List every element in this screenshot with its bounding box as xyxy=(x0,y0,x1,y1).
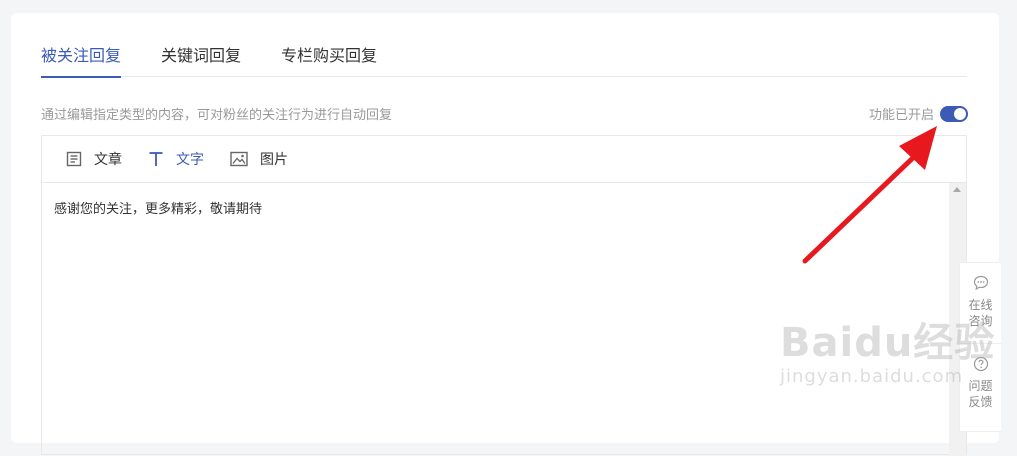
online-consult-button[interactable]: 在线咨询 xyxy=(960,263,1001,343)
feature-status-label: 功能已开启 xyxy=(868,108,934,123)
feature-toggle[interactable] xyxy=(940,105,968,122)
reply-tabs: 被关注回复 关键词回复 专栏购买回复 xyxy=(41,43,967,78)
tool-image-label: 图片 xyxy=(260,152,288,168)
chat-bubble-icon xyxy=(973,275,988,291)
online-consult-label: 在线咨询 xyxy=(968,298,993,328)
reply-content-text[interactable]: 感谢您的关注，更多精彩，敬请期待 xyxy=(54,198,262,217)
tab-follow-reply[interactable]: 被关注回复 xyxy=(41,43,122,78)
reply-editor: 文章 文字 图片 感谢您的关注，更多精彩，敬请期待 xyxy=(41,135,967,456)
tool-image[interactable]: 图片 xyxy=(230,149,288,169)
feature-status: 功能已开启 xyxy=(869,104,968,123)
tool-text[interactable]: 文字 xyxy=(148,149,204,169)
feature-description: 通过编辑指定类型的内容，可对粉丝的关注行为进行自动回复 xyxy=(41,108,393,123)
feedback-button[interactable]: 问题反馈 xyxy=(960,343,1001,423)
help-circle-icon xyxy=(973,356,988,372)
feedback-label: 问题反馈 xyxy=(968,379,993,409)
tool-text-label: 文字 xyxy=(176,152,204,168)
tab-keyword-reply[interactable]: 关键词回复 xyxy=(161,43,241,77)
toggle-knob xyxy=(954,107,966,120)
tool-article[interactable]: 文章 xyxy=(66,149,122,169)
article-icon xyxy=(66,151,82,167)
image-icon xyxy=(230,151,248,167)
tool-article-label: 文章 xyxy=(94,152,122,168)
scroll-up-arrow-icon[interactable] xyxy=(953,187,961,192)
tab-column-purchase-reply[interactable]: 专栏购买回复 xyxy=(281,43,377,77)
floating-help-panel: 在线咨询 问题反馈 xyxy=(959,262,1001,432)
editor-toolbar: 文章 文字 图片 xyxy=(42,136,966,183)
settings-card: 被关注回复 关键词回复 专栏购买回复 通过编辑指定类型的内容，可对粉丝的关注行为… xyxy=(11,13,999,456)
text-icon xyxy=(149,152,163,166)
